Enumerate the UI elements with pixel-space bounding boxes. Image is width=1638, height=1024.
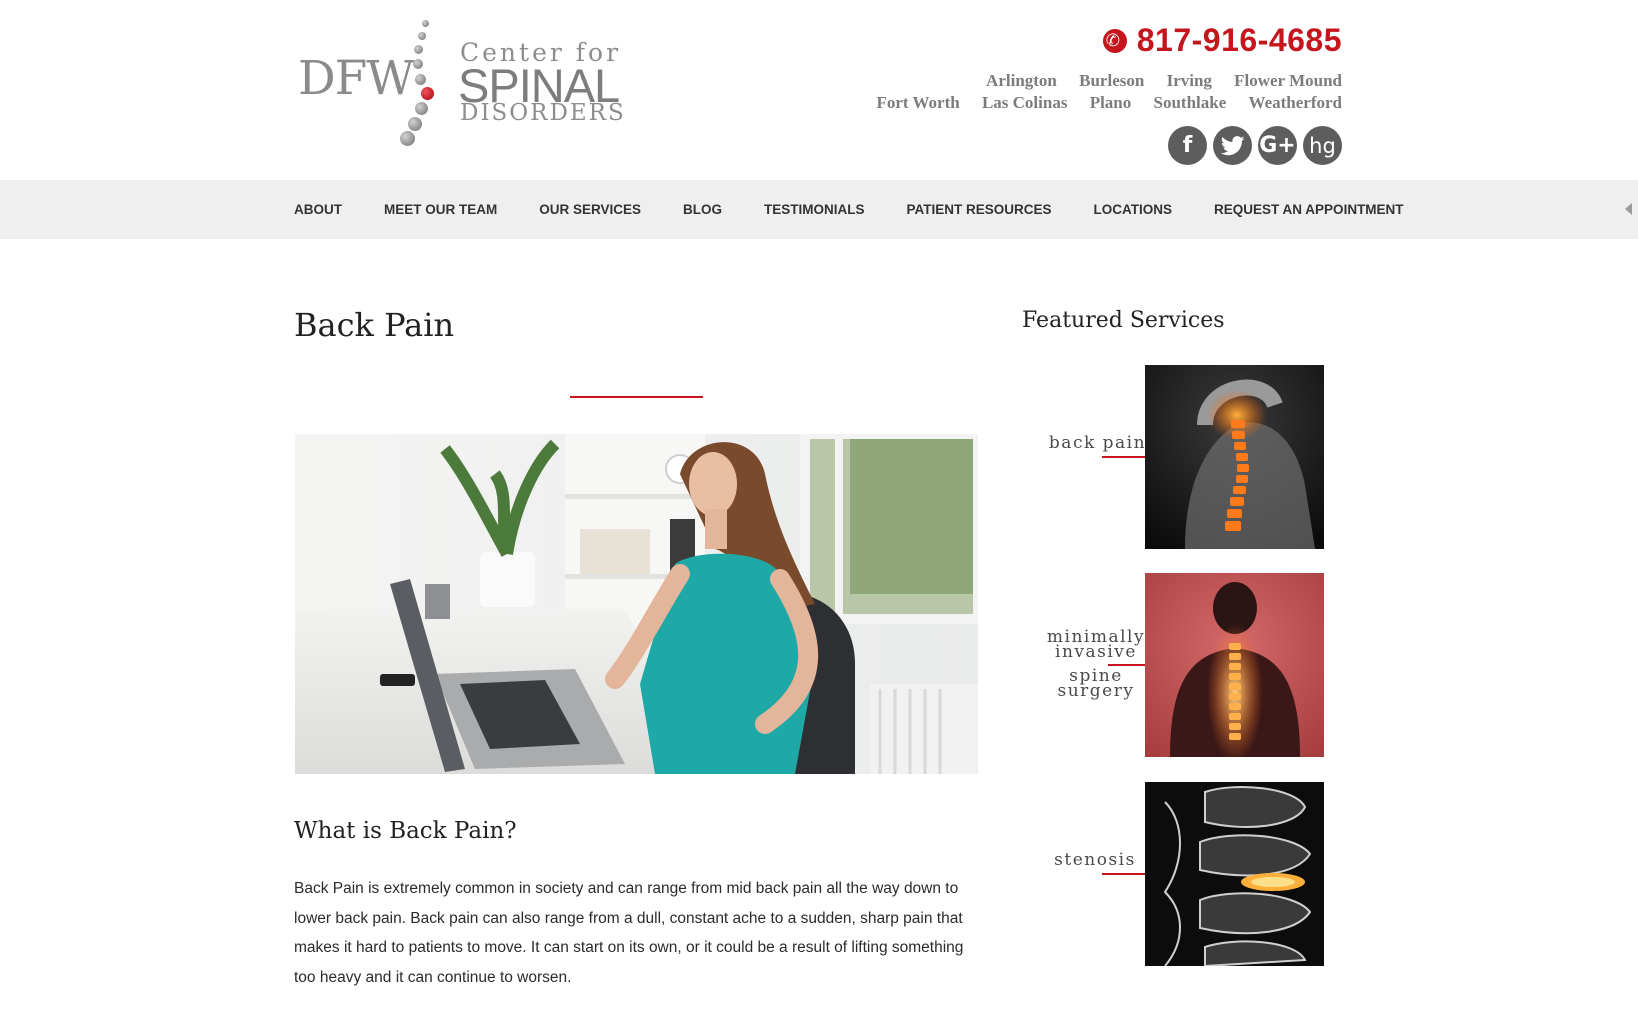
nav-testimonials[interactable]: TESTIMONIALS: [764, 202, 865, 217]
featured-service-minimally-invasive-spine-surgery[interactable]: minimally invasive spine surgery: [1040, 573, 1325, 757]
city-link[interactable]: Burleson: [1079, 71, 1144, 90]
nav-collapse-arrow-icon[interactable]: [1625, 203, 1632, 215]
city-link[interactable]: Plano: [1090, 93, 1132, 112]
healthgrades-icon[interactable]: hg: [1303, 126, 1342, 165]
city-link[interactable]: Fort Worth: [876, 93, 959, 112]
phone-number-link[interactable]: 817-916-4685: [1102, 22, 1342, 59]
nav-request-appointment[interactable]: REQUEST AN APPOINTMENT: [1214, 202, 1404, 217]
service-label-line: surgery: [1057, 681, 1135, 701]
nav-blog[interactable]: BLOG: [683, 202, 722, 217]
city-link[interactable]: Arlington: [986, 71, 1057, 90]
nav-locations[interactable]: LOCATIONS: [1094, 202, 1173, 217]
back-pain-image: [1145, 365, 1324, 549]
city-link[interactable]: Las Colinas: [982, 93, 1068, 112]
phone-number: 817-916-4685: [1136, 22, 1342, 58]
body-paragraph: Back Pain is extremely common in society…: [294, 880, 964, 986]
featured-service-back-pain[interactable]: back pain: [1040, 365, 1325, 549]
google-plus-icon[interactable]: G+: [1258, 126, 1297, 165]
title-divider: [570, 396, 703, 398]
nav-patient-resources[interactable]: PATIENT RESOURCES: [907, 202, 1052, 217]
cities-row-2: Fort Worth Las Colinas Plano Southlake W…: [858, 92, 1342, 114]
city-link[interactable]: Southlake: [1154, 93, 1227, 112]
logo-spine-dots: [400, 18, 444, 146]
service-label-line: invasive: [1055, 642, 1137, 662]
site-logo[interactable]: DFW Center for SPINAL DISORDERS: [296, 18, 626, 146]
facebook-icon[interactable]: f: [1168, 126, 1207, 165]
nav-meet-our-team[interactable]: MEET OUR TEAM: [384, 202, 497, 217]
service-label: back pain: [1048, 433, 1147, 453]
nav-about[interactable]: ABOUT: [294, 202, 342, 217]
social-links: f G+ hg: [1168, 126, 1342, 165]
spine-surgery-image: [1145, 573, 1324, 757]
hero-image-woman-back-pain: [295, 434, 978, 774]
featured-service-stenosis[interactable]: stenosis: [1040, 782, 1325, 966]
page-title: Back Pain: [294, 306, 455, 344]
city-link[interactable]: Irving: [1167, 71, 1212, 90]
city-link[interactable]: Weatherford: [1249, 93, 1342, 112]
city-link[interactable]: Flower Mound: [1234, 71, 1342, 90]
twitter-icon[interactable]: [1213, 126, 1252, 165]
featured-services-heading: Featured Services: [1022, 308, 1225, 333]
section-heading: What is Back Pain?: [294, 818, 517, 844]
main-navigation: ABOUT MEET OUR TEAM OUR SERVICES BLOG TE…: [0, 180, 1638, 239]
stenosis-image: [1145, 782, 1324, 966]
cities-row-1: Arlington Burleson Irving Flower Mound: [858, 70, 1342, 92]
nav-our-services[interactable]: OUR SERVICES: [539, 202, 641, 217]
service-label: stenosis: [1054, 850, 1136, 870]
logo-disorders: DISORDERS: [460, 100, 626, 126]
location-links: Arlington Burleson Irving Flower Mound F…: [858, 70, 1342, 114]
logo-dfw-text: DFW: [298, 51, 415, 106]
phone-icon: [1102, 28, 1127, 53]
